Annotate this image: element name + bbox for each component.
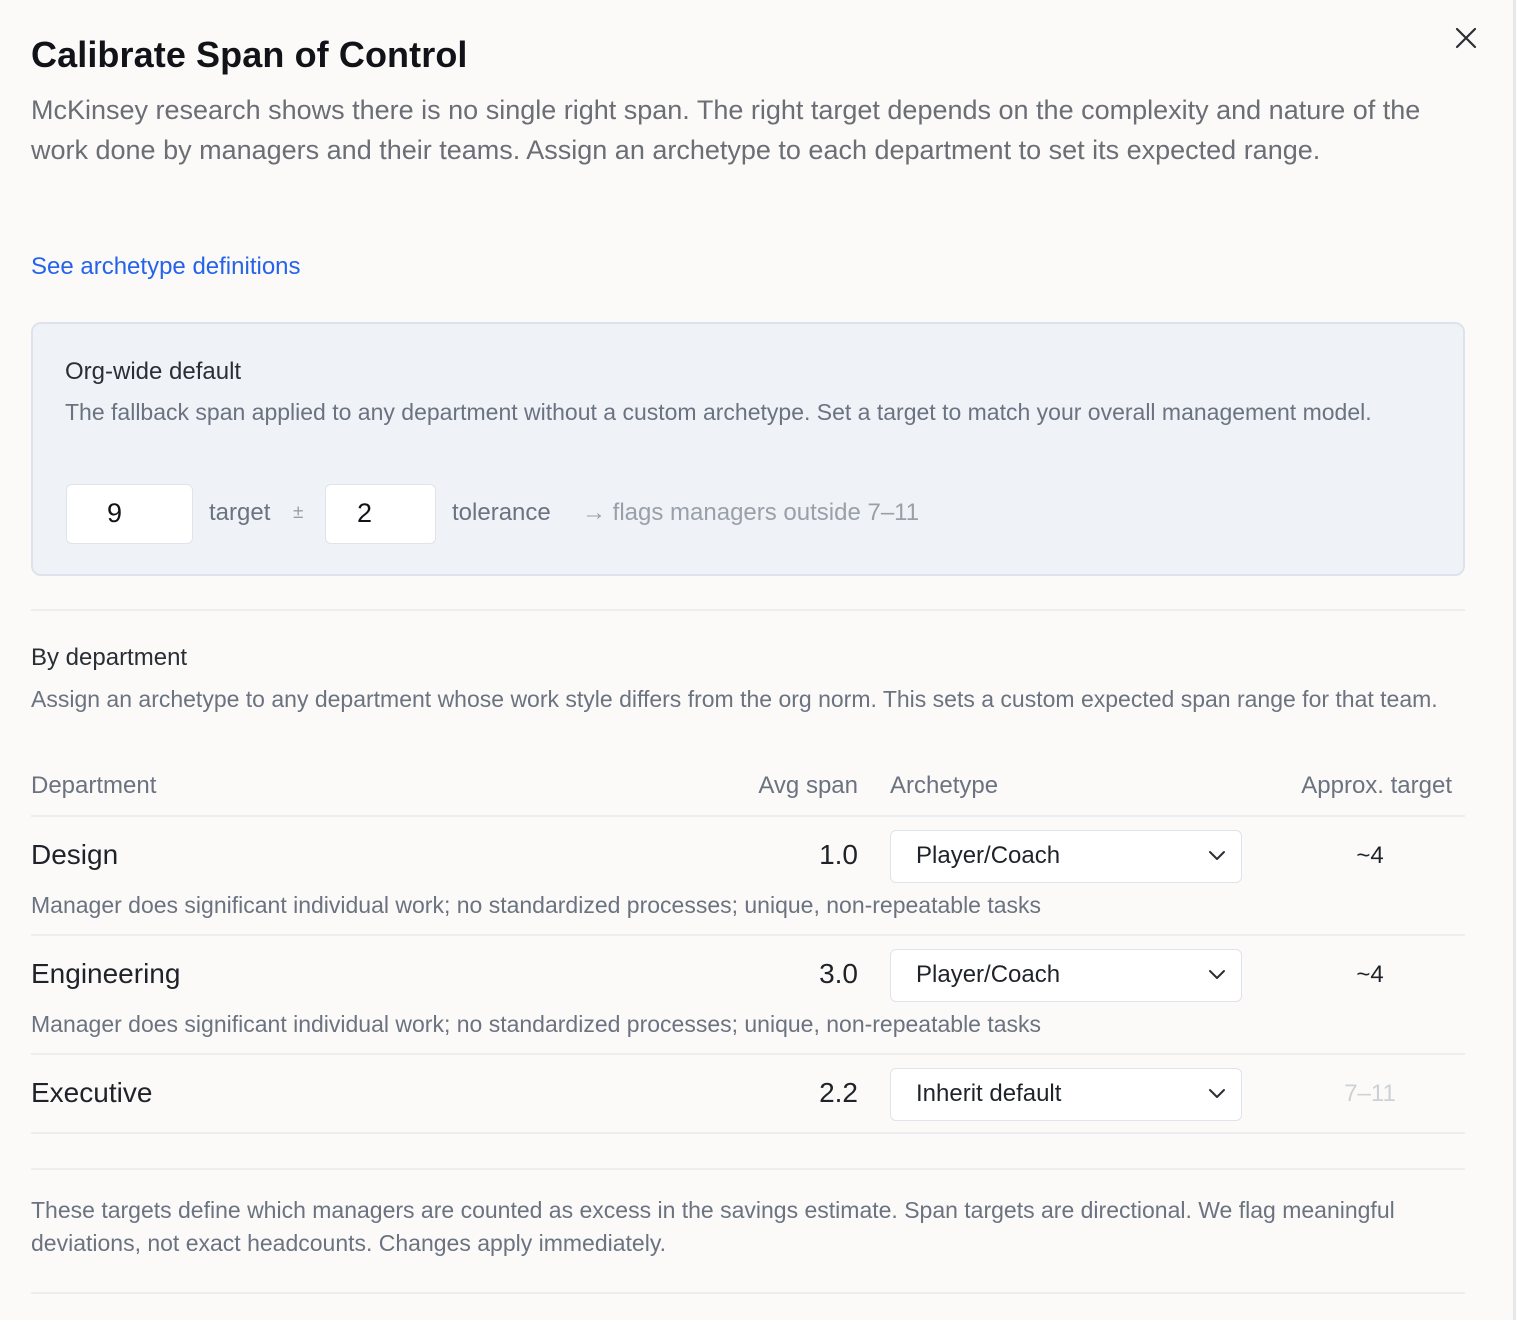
tolerance-label: tolerance <box>452 499 551 526</box>
dialog-title: Calibrate Span of Control <box>31 34 468 75</box>
archetype-select-engineering[interactable]: Player/Coach <box>890 949 1242 1002</box>
avg-span-design: 1.0 <box>819 839 858 870</box>
archetype-select-design[interactable]: Player/Coach <box>890 830 1242 883</box>
chevron-down-icon <box>1209 1089 1225 1098</box>
section-divider <box>31 609 1465 611</box>
flag-range-note: → flags managers outside 7–11 <box>582 499 920 526</box>
dialog-intro: McKinsey research shows there is no sing… <box>31 95 1421 165</box>
avg-span-engineering: 3.0 <box>819 958 858 989</box>
archetype-select-value: Player/Coach <box>916 961 1061 988</box>
by-department-description: Assign an archetype to any department wh… <box>31 686 1438 712</box>
plus-minus-symbol: ± <box>293 502 304 523</box>
org-default-description: The fallback span applied to any departm… <box>65 399 1372 425</box>
department-name-design: Design <box>31 839 119 870</box>
target-label: target <box>209 499 271 526</box>
chevron-down-icon <box>1209 851 1225 860</box>
by-department-title: By department <box>31 644 188 671</box>
department-name-executive: Executive <box>31 1077 153 1108</box>
archetype-definitions-link[interactable]: See archetype definitions <box>31 253 301 281</box>
approx-target-engineering: ~4 <box>1356 961 1384 988</box>
footer-divider <box>31 1168 1465 1170</box>
column-header-approx-target: Approx. target <box>1301 772 1452 799</box>
org-default-title: Org-wide default <box>65 358 242 385</box>
row-divider <box>31 1132 1465 1134</box>
column-header-archetype: Archetype <box>890 772 999 799</box>
row-divider <box>31 1053 1465 1055</box>
tolerance-input[interactable]: 2 <box>325 484 436 544</box>
column-header-avg-span: Avg span <box>758 772 858 799</box>
archetype-select-value: Player/Coach <box>916 842 1061 869</box>
archetype-description-engineering: Manager does significant individual work… <box>31 1011 1042 1037</box>
archetype-description-design: Manager does significant individual work… <box>31 892 1042 918</box>
column-header-department: Department <box>31 772 157 799</box>
avg-span-executive: 2.2 <box>819 1077 858 1108</box>
org-default-card: Org-wide default The fallback span appli… <box>31 322 1465 576</box>
archetype-select-executive[interactable]: Inherit default <box>890 1068 1242 1121</box>
close-button[interactable] <box>1450 22 1482 54</box>
approx-target-design: ~4 <box>1356 842 1384 869</box>
close-icon <box>1455 27 1477 49</box>
department-name-engineering: Engineering <box>31 958 181 989</box>
footer-note: These targets define which managers are … <box>31 1197 1395 1256</box>
approx-target-executive: 7–11 <box>1344 1080 1396 1107</box>
bottom-divider <box>31 1292 1465 1294</box>
archetype-select-value: Inherit default <box>916 1080 1062 1107</box>
chevron-down-icon <box>1209 970 1225 979</box>
target-input[interactable]: 9 <box>66 484 193 544</box>
table-header-divider <box>31 815 1465 817</box>
row-divider <box>31 934 1465 936</box>
